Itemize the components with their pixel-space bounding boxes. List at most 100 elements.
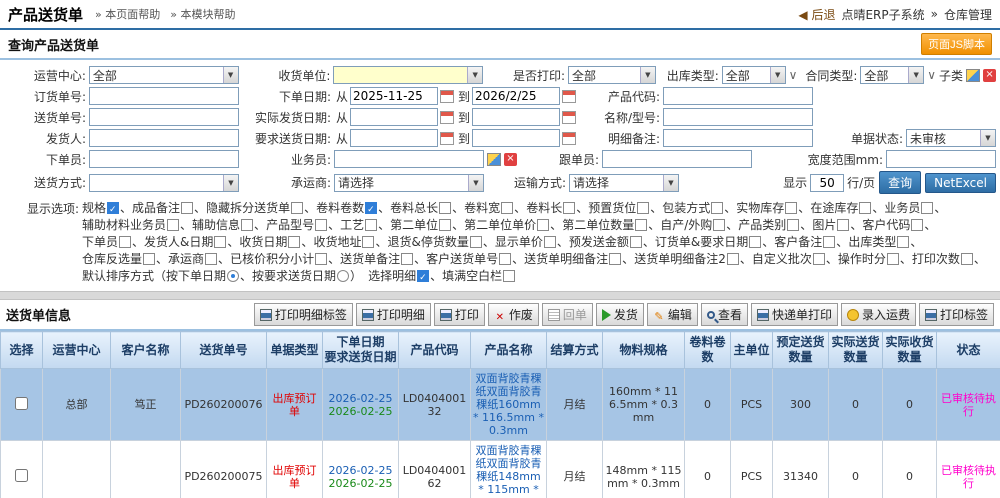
row-checkbox[interactable]	[15, 469, 28, 482]
option-checkbox[interactable]	[785, 202, 797, 214]
option-checkbox[interactable]	[365, 219, 377, 231]
order-date-to-input[interactable]	[472, 87, 560, 105]
req-date-to-input[interactable]	[472, 129, 560, 147]
page-size-input[interactable]	[810, 174, 844, 192]
calendar-icon[interactable]	[562, 132, 576, 145]
req-date-from-input[interactable]	[350, 129, 438, 147]
row-checkbox[interactable]	[15, 397, 28, 410]
toolbar-button-8[interactable]: 快递单打印	[751, 303, 838, 326]
printed-select[interactable]: 全部	[568, 66, 656, 84]
toolbar-button-2[interactable]: 打印	[434, 303, 485, 326]
calendar-icon[interactable]	[440, 111, 454, 124]
toolbar-button-7[interactable]: 查看	[701, 303, 748, 326]
option-checkbox[interactable]	[288, 236, 300, 248]
salesman-clear-icon[interactable]	[504, 153, 517, 166]
option-checkbox[interactable]	[315, 253, 327, 265]
option-checkbox[interactable]	[143, 253, 155, 265]
option-checkbox[interactable]	[439, 219, 451, 231]
option-checkbox[interactable]	[897, 236, 909, 248]
follower-input[interactable]	[602, 150, 752, 168]
salesman-picker-icon[interactable]	[487, 153, 501, 166]
toolbar-button-6[interactable]: 编辑	[647, 303, 698, 326]
toolbar-button-9[interactable]: 录入运费	[841, 303, 916, 326]
calendar-icon[interactable]	[562, 90, 576, 103]
system-link[interactable]: 点晴ERP子系统	[841, 6, 924, 23]
option-checkbox[interactable]	[315, 219, 327, 231]
option-checkbox[interactable]	[417, 270, 429, 282]
option-checkbox[interactable]	[241, 219, 253, 231]
back-link[interactable]: ◀ 后退	[798, 6, 835, 23]
detail-note-input[interactable]	[663, 129, 813, 147]
ship-date-to-input[interactable]	[472, 108, 560, 126]
salesman-input[interactable]	[334, 150, 484, 168]
order-no-input[interactable]	[89, 87, 239, 105]
toolbar-button-4[interactable]: 回单	[542, 303, 593, 326]
option-checkbox[interactable]	[181, 202, 193, 214]
option-checkbox[interactable]	[635, 219, 647, 231]
toolbar-button-5[interactable]: 发货	[596, 303, 644, 326]
module-help-link[interactable]: » 本模块帮助	[170, 6, 235, 22]
option-checkbox[interactable]	[823, 236, 835, 248]
subtype-picker-icon[interactable]	[966, 69, 980, 82]
option-checkbox[interactable]	[205, 253, 217, 265]
width-range-input[interactable]	[886, 150, 996, 168]
contract-type-select[interactable]: 全部	[860, 66, 924, 84]
toolbar-button-3[interactable]: 作废	[488, 303, 539, 326]
option-radio[interactable]	[337, 270, 349, 282]
option-checkbox[interactable]	[119, 236, 131, 248]
carrier-select[interactable]: 请选择	[334, 174, 484, 192]
option-checkbox[interactable]	[961, 253, 973, 265]
out-type-select[interactable]: 全部	[722, 66, 786, 84]
delivery-no-input[interactable]	[89, 108, 239, 126]
shipper-input[interactable]	[89, 129, 239, 147]
option-checkbox[interactable]	[537, 219, 549, 231]
option-checkbox[interactable]	[401, 253, 413, 265]
option-checkbox[interactable]	[107, 202, 119, 214]
option-checkbox[interactable]	[837, 219, 849, 231]
delivery-mode-select[interactable]	[89, 174, 239, 192]
page-js-button[interactable]: 页面JS脚本	[921, 33, 992, 55]
option-checkbox[interactable]	[630, 236, 642, 248]
option-checkbox[interactable]	[711, 202, 723, 214]
name-model-input[interactable]	[663, 108, 813, 126]
toolbar-button-0[interactable]: 打印明细标签	[254, 303, 353, 326]
option-checkbox[interactable]	[563, 202, 575, 214]
cell-product-name[interactable]: 双面背胶青稞纸双面背胶青稞纸148mm * 115mm * 0.3mm	[471, 441, 547, 498]
product-code-input[interactable]	[663, 87, 813, 105]
ship-date-from-input[interactable]	[350, 108, 438, 126]
option-checkbox[interactable]	[362, 236, 374, 248]
option-checkbox[interactable]	[921, 202, 933, 214]
option-checkbox[interactable]	[470, 236, 482, 248]
option-checkbox[interactable]	[544, 236, 556, 248]
option-checkbox[interactable]	[859, 202, 871, 214]
subtype-clear-icon[interactable]	[983, 69, 996, 82]
calendar-icon[interactable]	[562, 111, 576, 124]
order-clerk-input[interactable]	[89, 150, 239, 168]
cell-product-name[interactable]: 双面背胶青稞纸双面背胶青稞纸160mm * 116.5mm * 0.3mm	[471, 369, 547, 441]
option-checkbox[interactable]	[713, 219, 725, 231]
option-radio[interactable]	[227, 270, 239, 282]
option-checkbox[interactable]	[439, 202, 451, 214]
option-checkbox[interactable]	[787, 219, 799, 231]
option-checkbox[interactable]	[911, 219, 923, 231]
option-checkbox[interactable]	[214, 236, 226, 248]
option-checkbox[interactable]	[503, 270, 515, 282]
search-button[interactable]: 查询	[879, 171, 921, 194]
center-select[interactable]: 全部	[89, 66, 239, 84]
toolbar-button-1[interactable]: 打印明细	[356, 303, 431, 326]
option-checkbox[interactable]	[501, 202, 513, 214]
option-checkbox[interactable]	[637, 202, 649, 214]
option-checkbox[interactable]	[291, 202, 303, 214]
transport-select[interactable]: 请选择	[569, 174, 679, 192]
toolbar-button-10[interactable]: 打印标签	[919, 303, 994, 326]
calendar-icon[interactable]	[440, 90, 454, 103]
option-checkbox[interactable]	[727, 253, 739, 265]
calendar-icon[interactable]	[440, 132, 454, 145]
page-help-link[interactable]: » 本页面帮助	[95, 6, 160, 22]
option-checkbox[interactable]	[167, 219, 179, 231]
option-checkbox[interactable]	[813, 253, 825, 265]
option-checkbox[interactable]	[887, 253, 899, 265]
doc-status-select[interactable]: 未审核	[906, 129, 996, 147]
receiver-combo[interactable]	[333, 66, 483, 84]
netexcel-button[interactable]: NetExcel	[925, 173, 996, 193]
